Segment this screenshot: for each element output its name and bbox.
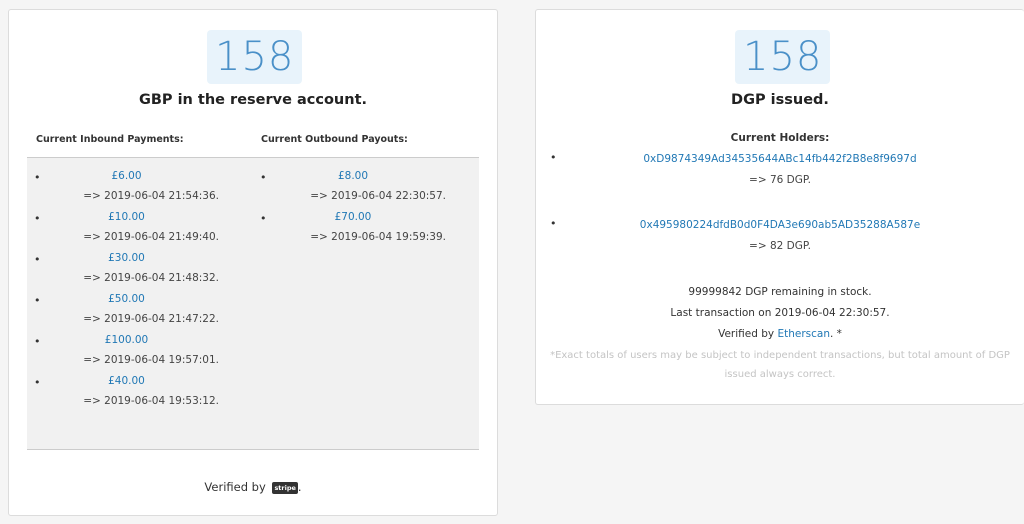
verified-suffix: . * (829, 328, 842, 340)
holder-address-link[interactable]: 0xD9874349Ad34535644ABc14fb442f2B8e8f969… (536, 153, 1024, 165)
payment-timestamp: => 2019-06-04 19:57:01. (83, 354, 219, 366)
verified-by-stripe: Verified by stripe. (9, 480, 497, 494)
list-item: • £50.00 => 2019-06-04 21:47:22. (34, 293, 219, 334)
reserve-subtitle: GBP in the reserve account. (138, 92, 368, 108)
payout-timestamp: => 2019-06-04 22:30:57. (310, 190, 446, 202)
issued-card: 158 DGP issued. Current Holders: • 0xD98… (535, 9, 1024, 405)
verified-by-etherscan: Verified by Etherscan. * (536, 328, 1024, 340)
payment-timestamp: => 2019-06-04 21:54:36. (83, 190, 219, 202)
payment-timestamp: => 2019-06-04 19:53:12. (83, 395, 219, 407)
outbound-header: Current Outbound Payouts: (261, 134, 408, 145)
issued-subtitle: DGP issued. (731, 92, 829, 108)
payment-amount-link[interactable]: £50.00 (34, 293, 219, 305)
inbound-header: Current Inbound Payments: (36, 134, 184, 145)
issued-count: 158 (735, 30, 831, 84)
stripe-logo[interactable]: stripe (272, 481, 298, 494)
verified-label: Verified by (204, 480, 266, 494)
holder-quantity: => 82 DGP. (749, 240, 811, 252)
remaining-stock: 99999842 DGP remaining in stock. (688, 286, 872, 298)
payment-amount-link[interactable]: £100.00 (34, 334, 219, 346)
list-item: • £100.00 => 2019-06-04 19:57:01. (34, 334, 219, 375)
holder-address-link[interactable]: 0x495980224dfdB0d0F4DA3e690ab5AD35288A58… (536, 219, 1024, 231)
payment-amount-link[interactable]: £40.00 (34, 375, 219, 387)
list-item: • £10.00 => 2019-06-04 21:49:40. (34, 211, 219, 252)
payment-timestamp: => 2019-06-04 21:48:32. (83, 272, 219, 284)
payment-amount-link[interactable]: £30.00 (34, 252, 219, 264)
etherscan-link[interactable]: Etherscan (777, 328, 830, 340)
list-item: • £30.00 => 2019-06-04 21:48:32. (34, 252, 219, 293)
holder-quantity: => 76 DGP. (749, 174, 811, 186)
verified-label: Verified by (718, 328, 778, 340)
list-item: • £40.00 => 2019-06-04 19:53:12. (34, 375, 219, 416)
verified-suffix: . (297, 480, 302, 494)
list-item: • £8.00 => 2019-06-04 22:30:57. (260, 170, 446, 211)
payout-amount-link[interactable]: £70.00 (260, 211, 446, 223)
payout-timestamp: => 2019-06-04 19:59:39. (310, 231, 446, 243)
payment-timestamp: => 2019-06-04 21:49:40. (83, 231, 219, 243)
list-item: • £70.00 => 2019-06-04 19:59:39. (260, 211, 446, 252)
last-transaction: Last transaction on 2019-06-04 22:30:57. (670, 307, 890, 319)
holders-header: Current Holders: (730, 132, 830, 144)
payment-amount-link[interactable]: £6.00 (34, 170, 219, 182)
payment-amount-link[interactable]: £10.00 (34, 211, 219, 223)
reserve-card: 158 GBP in the reserve account. Current … (8, 9, 498, 516)
list-item: • £6.00 => 2019-06-04 21:54:36. (34, 170, 219, 211)
disclaimer-note: *Exact totals of users may be subject to… (550, 350, 1010, 380)
outbound-list: • £8.00 => 2019-06-04 22:30:57. • £70.00… (260, 170, 446, 252)
reserve-count: 158 (207, 30, 303, 84)
payout-amount-link[interactable]: £8.00 (260, 170, 446, 182)
inbound-list: • £6.00 => 2019-06-04 21:54:36. • £10.00… (34, 170, 219, 416)
payment-timestamp: => 2019-06-04 21:47:22. (83, 313, 219, 325)
